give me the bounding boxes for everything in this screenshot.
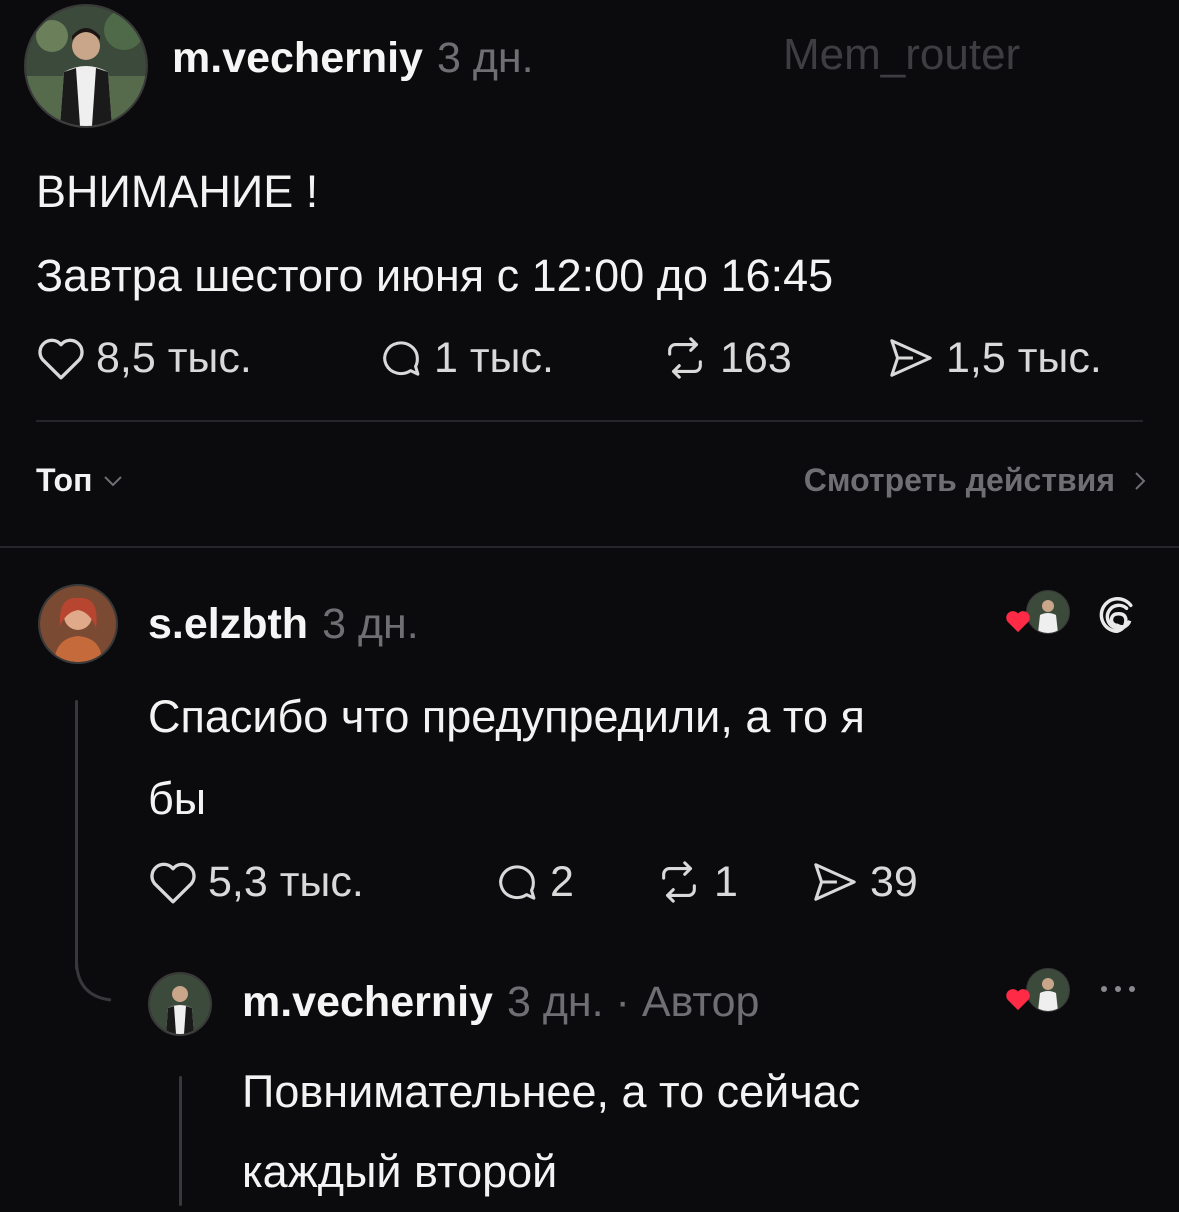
- divider: [36, 420, 1143, 422]
- comment-reply-count: 2: [550, 857, 574, 906]
- comment-text-line: Спасибо что предупредили, а то я: [148, 691, 865, 742]
- comment-reply-button[interactable]: 2: [494, 854, 574, 910]
- liked-by-author-badge: [1004, 968, 1072, 1016]
- threads-logo-icon[interactable]: [1094, 592, 1140, 638]
- person-photo-icon: [1027, 969, 1069, 1011]
- post-author-avatar[interactable]: [24, 4, 148, 128]
- comment-bubble-icon: [499, 865, 536, 900]
- thread-connector: [179, 1076, 182, 1206]
- post-timestamp: 3 дн.: [436, 33, 534, 82]
- comment-like-count: 5,3 тыс.: [208, 857, 364, 906]
- view-activity-label: Смотреть действия: [803, 462, 1115, 498]
- sort-label: Топ: [36, 462, 93, 498]
- chevron-down-icon: [104, 475, 123, 486]
- more-dots-icon[interactable]: [1098, 982, 1138, 996]
- share-icon: [890, 339, 932, 377]
- post-repost-count: 163: [720, 333, 792, 382]
- post-share-button[interactable]: 1,5 тыс.: [886, 330, 1102, 386]
- post-text-line: ВНИМАНИЕ !: [36, 166, 319, 217]
- post-reply-count: 1 тыс.: [434, 333, 554, 382]
- person-photo-icon: [26, 6, 146, 126]
- person-photo-icon: [1027, 591, 1069, 633]
- person-photo-icon: [40, 586, 116, 662]
- repost-icon: [662, 861, 696, 903]
- post-share-count: 1,5 тыс.: [946, 333, 1102, 382]
- sort-dropdown[interactable]: Топ: [36, 462, 124, 499]
- comment-share-count: 39: [870, 857, 918, 906]
- post-text: ВНИМАНИЕ ! Завтра шестого июня с 12:00 д…: [36, 150, 833, 318]
- comment-like-button[interactable]: 5,3 тыс.: [148, 854, 364, 910]
- repost-icon: [668, 337, 702, 379]
- comment-author-avatar[interactable]: [38, 584, 118, 664]
- post-like-count: 8,5 тыс.: [96, 333, 252, 382]
- chevron-right-icon: [1135, 471, 1146, 490]
- heart-icon: [1006, 611, 1030, 633]
- heart-icon: [38, 338, 84, 380]
- reply-author-avatar[interactable]: [148, 972, 212, 1036]
- post-repost-button[interactable]: 163: [660, 330, 792, 386]
- post-like-button[interactable]: 8,5 тыс.: [36, 330, 252, 386]
- post-author-name[interactable]: m.vecherniy: [172, 34, 423, 83]
- comment-timestamp: 3 дн.: [322, 599, 419, 648]
- watermark: Mem_router: [783, 30, 1021, 79]
- comment-bubble-icon: [383, 341, 420, 376]
- share-icon: [814, 863, 856, 901]
- reply-author-name[interactable]: m.vecherniy: [242, 978, 493, 1027]
- comment-text-line: бы: [148, 773, 207, 824]
- person-photo-icon: [150, 974, 210, 1034]
- reply-text-line: каждый второй: [242, 1146, 558, 1197]
- mini-avatar: [1026, 968, 1070, 1012]
- reply-text: Повнимательнее, а то сейчас каждый второ…: [242, 1052, 860, 1212]
- liked-by-author-badge: [1004, 590, 1072, 638]
- post-reply-button[interactable]: 1 тыс.: [378, 330, 554, 386]
- comment-share-button[interactable]: 39: [810, 854, 918, 910]
- thread-connector-curve: [75, 960, 112, 1002]
- mini-avatar: [1026, 590, 1070, 634]
- comment-repost-count: 1: [714, 857, 738, 906]
- reply-text-line: Повнимательнее, а то сейчас: [242, 1066, 861, 1117]
- divider: [0, 546, 1179, 548]
- comment-text: Спасибо что предупредили, а то я бы: [148, 676, 865, 840]
- reply-meta: 3 дн. · Автор: [506, 977, 760, 1026]
- heart-icon: [1006, 989, 1030, 1011]
- view-activity-link[interactable]: Смотреть действия: [804, 462, 1147, 499]
- thread-connector: [75, 700, 78, 970]
- comment-repost-button[interactable]: 1: [654, 854, 738, 910]
- comment-author-name[interactable]: s.elzbth: [148, 600, 308, 649]
- post-text-line: Завтра шестого июня с 12:00 до 16:45: [36, 250, 834, 301]
- heart-icon: [150, 862, 196, 904]
